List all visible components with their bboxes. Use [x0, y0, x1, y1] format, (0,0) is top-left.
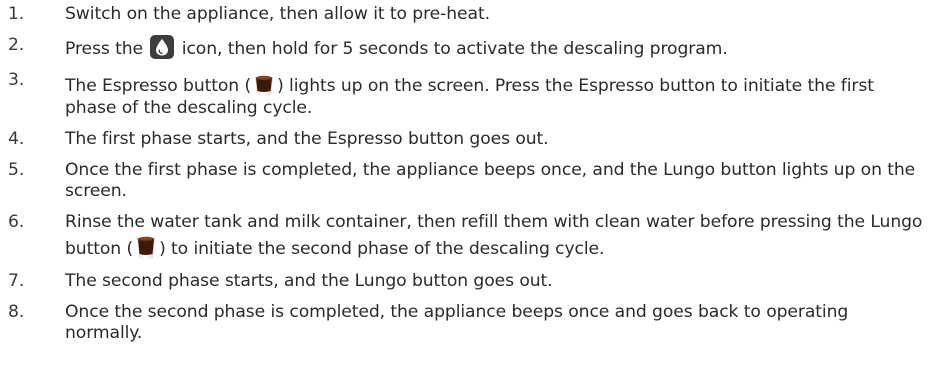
step-number: 4.	[8, 129, 25, 149]
step-text: Press the icon, then hold for 5 seconds …	[65, 35, 923, 60]
step-number: 8.	[8, 302, 25, 322]
step-text: The first phase starts, and the Espresso…	[65, 129, 549, 149]
step-text: Once the first phase is completed, the a…	[65, 160, 916, 201]
step-8: 8. Once the second phase is completed, t…	[8, 300, 923, 347]
step-number: 1.	[8, 4, 25, 24]
descaling-steps-list: 1. Switch on the appliance, then allow i…	[8, 2, 923, 352]
step-text: The Espresso button ( ) lights up on the…	[65, 70, 923, 119]
step-3: 3. The Espresso button ( ) lights up on …	[8, 68, 923, 122]
espresso-cup-icon	[255, 75, 274, 96]
lungo-cup-icon	[137, 236, 156, 259]
water-drop-icon	[150, 35, 175, 59]
step-number: 5.	[8, 160, 25, 180]
step-5: 5. Once the first phase is completed, th…	[8, 158, 923, 205]
step-number: 7.	[8, 271, 25, 291]
step-2: 2. Press the icon, then hold for 5 secon…	[8, 33, 923, 63]
step-text: Once the second phase is completed, the …	[65, 302, 849, 343]
step-text: Switch on the appliance, then allow it t…	[65, 4, 490, 24]
step-text: The second phase starts, and the Lungo b…	[65, 271, 553, 291]
step-1: 1. Switch on the appliance, then allow i…	[8, 2, 923, 28]
step-text-pre: The Espresso button (	[65, 76, 252, 96]
step-4: 4. The first phase starts, and the Espre…	[8, 127, 923, 153]
step-text: Rinse the water tank and milk container,…	[65, 212, 923, 261]
step-7: 7. The second phase starts, and the Lung…	[8, 269, 923, 295]
step-text-post: ) to initiate the second phase of the de…	[159, 239, 605, 259]
step-number: 3.	[8, 70, 25, 90]
step-6: 6. Rinse the water tank and milk contain…	[8, 210, 923, 264]
step-number: 6.	[8, 212, 25, 232]
step-number: 2.	[8, 35, 25, 55]
step-text-pre: Press the	[65, 39, 144, 59]
step-text-post: icon, then hold for 5 seconds to activat…	[181, 39, 728, 59]
